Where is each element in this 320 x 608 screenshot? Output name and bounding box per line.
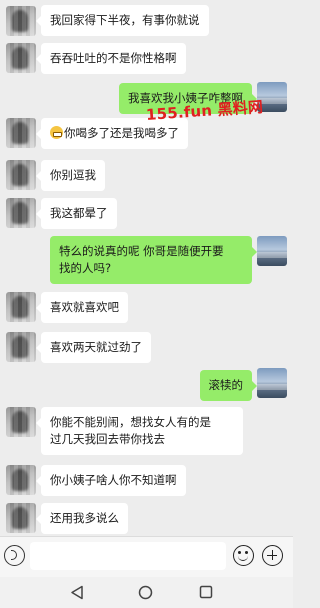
incoming-message: 我这都晕了 xyxy=(36,198,117,229)
my-avatar[interactable] xyxy=(257,368,287,398)
contact-avatar[interactable] xyxy=(6,43,36,73)
incoming-message: 你小姨子啥人你不知道啊 xyxy=(36,465,186,496)
input-bar xyxy=(0,536,293,577)
grin-emoji-icon xyxy=(50,126,63,139)
contact-avatar[interactable] xyxy=(6,160,36,190)
plus-icon[interactable] xyxy=(262,545,283,566)
incoming-message: 吞吞吐吐的不是你性格啊 xyxy=(36,43,186,74)
outgoing-message: 滚犊的 xyxy=(199,370,257,401)
voice-icon[interactable] xyxy=(4,545,25,566)
my-avatar[interactable] xyxy=(257,236,287,266)
contact-avatar[interactable] xyxy=(6,198,36,228)
incoming-message: 你能不能别闹，想找女人有的是 过几天我回去带你找去 xyxy=(36,407,243,455)
recent-square-icon[interactable] xyxy=(199,585,213,599)
incoming-message: 你别逗我 xyxy=(36,160,105,191)
message-input[interactable] xyxy=(30,542,226,570)
message-text: 你喝多了还是我喝多了 xyxy=(64,126,179,140)
contact-avatar[interactable] xyxy=(6,6,36,36)
incoming-message: 还用我多说么 xyxy=(36,503,128,534)
system-nav-bar xyxy=(0,577,293,608)
contact-avatar[interactable] xyxy=(6,407,36,437)
contact-avatar[interactable] xyxy=(6,332,36,362)
home-circle-icon[interactable] xyxy=(138,585,153,600)
contact-avatar[interactable] xyxy=(6,503,36,533)
emoji-icon[interactable] xyxy=(233,545,254,566)
outgoing-message: 特么的说真的呢 你哥是随便开要 找的人吗? xyxy=(50,236,257,284)
incoming-message: 我回家得下半夜，有事你就说 xyxy=(36,5,209,36)
back-triangle-icon[interactable] xyxy=(70,585,84,600)
contact-avatar[interactable] xyxy=(6,292,36,322)
incoming-message: 喜欢两天就过劲了 xyxy=(36,332,151,363)
contact-avatar[interactable] xyxy=(6,465,36,495)
contact-avatar[interactable] xyxy=(6,118,36,148)
chat-area[interactable]: 我回家得下半夜，有事你就说 吞吞吐吐的不是你性格啊 我喜欢我小姨子咋整啊 你喝多… xyxy=(0,0,293,536)
incoming-message: 喜欢就喜欢吧 xyxy=(36,292,128,323)
